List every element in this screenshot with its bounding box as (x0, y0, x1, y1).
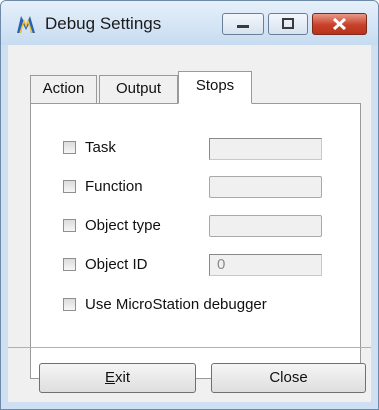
task-label: Task (85, 139, 116, 156)
minimize-icon (237, 25, 249, 28)
maximize-button[interactable] (268, 13, 308, 35)
function-checkbox[interactable] (63, 180, 76, 193)
exit-button[interactable]: Exit (39, 363, 196, 393)
function-label: Function (85, 178, 143, 195)
object-type-label: Object type (85, 217, 161, 234)
tab-action[interactable]: Action (30, 75, 97, 103)
object-type-field[interactable] (209, 215, 322, 237)
task-checkbox[interactable] (63, 141, 76, 154)
window-title: Debug Settings (45, 14, 162, 33)
object-id-checkbox[interactable] (63, 258, 76, 271)
object-id-field[interactable]: 0 (209, 254, 322, 276)
dialog-body: Action Output Stops Task Function Object… (8, 45, 371, 402)
debug-settings-window: Debug Settings Action Output Stops Task … (0, 0, 379, 410)
object-id-label: Object ID (85, 256, 148, 273)
exit-mnemonic: E (104, 369, 115, 386)
tab-stops[interactable]: Stops (178, 71, 252, 104)
button-divider (8, 347, 371, 348)
tab-output[interactable]: Output (99, 75, 178, 103)
use-debugger-label: Use MicroStation debugger (85, 296, 267, 313)
microstation-icon (17, 16, 35, 34)
object-type-checkbox[interactable] (63, 219, 76, 232)
function-field[interactable] (209, 176, 322, 198)
use-debugger-checkbox[interactable] (63, 298, 76, 311)
close-button[interactable]: Close (211, 363, 366, 393)
minimize-button[interactable] (222, 13, 264, 35)
close-icon (332, 17, 347, 31)
title-bar[interactable]: Debug Settings (1, 1, 378, 45)
exit-label-rest: xit (115, 369, 130, 386)
maximize-icon (282, 18, 294, 29)
close-window-button[interactable] (312, 13, 367, 35)
task-field[interactable] (209, 138, 322, 160)
